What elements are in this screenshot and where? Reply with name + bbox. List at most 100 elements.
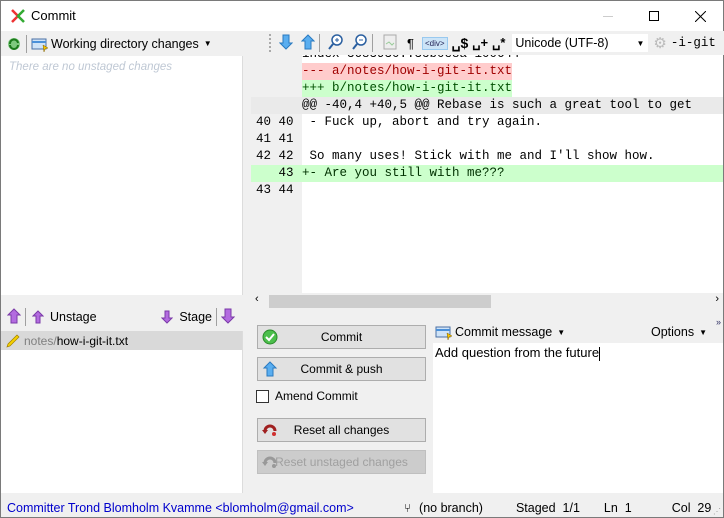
pilcrow-icon: ¶ bbox=[407, 35, 414, 51]
scroll-left-icon[interactable]: ‹ bbox=[255, 293, 259, 305]
overflow-chevron-icon[interactable]: » bbox=[716, 317, 721, 327]
left-splitter[interactable] bbox=[1, 295, 243, 303]
ignore-whitespace-button[interactable] bbox=[383, 34, 397, 53]
diff-line-text: @@ -40,4 +40,5 @@ Rebase is such a great… bbox=[302, 98, 693, 112]
commit-message-text: Add question from the future bbox=[435, 345, 600, 360]
zoom-in-button[interactable] bbox=[328, 33, 344, 53]
stage-button[interactable]: Stage bbox=[161, 310, 212, 324]
toolbar-grip bbox=[269, 34, 271, 52]
scroll-right-icon[interactable]: › bbox=[715, 293, 719, 305]
toolbar-separator bbox=[216, 308, 217, 326]
diff-horizontal-scrollbar[interactable]: ‹ › bbox=[251, 293, 723, 310]
previous-change-button[interactable] bbox=[300, 33, 316, 53]
diff-line-text: --- a/notes/how-i-git-it.txt bbox=[302, 63, 513, 80]
zoom-out-button[interactable] bbox=[352, 33, 368, 53]
status-bar: Committer Trond Blomholm Kvamme <blomhol… bbox=[1, 497, 723, 518]
settings-button[interactable]: ⚙ bbox=[653, 34, 666, 52]
commit-button[interactable]: Commit bbox=[257, 325, 426, 349]
encoding-value: Unicode (UTF-8) bbox=[515, 36, 609, 50]
commit-message-header: Commit message ▼ Options ▼ » bbox=[433, 317, 724, 343]
amend-commit-checkbox[interactable]: Amend Commit bbox=[256, 389, 358, 403]
commit-message-dropdown[interactable]: Commit message ▼ bbox=[435, 324, 565, 340]
diff-view[interactable]: index 3683930..3cb0e8a 100644--- a/notes… bbox=[251, 55, 723, 293]
line-numbers: 43 44 bbox=[256, 183, 294, 197]
unstaged-pane: Working directory changes ▼ There are no… bbox=[1, 31, 243, 295]
toolbar-separator bbox=[25, 308, 26, 326]
unstage-label: Unstage bbox=[50, 310, 97, 324]
next-change-button[interactable] bbox=[278, 34, 294, 53]
commit-message-input[interactable]: Add question from the future bbox=[433, 343, 723, 493]
staged-file-row[interactable]: notes/how-i-git-it.txt bbox=[1, 331, 242, 350]
undo-icon bbox=[262, 456, 277, 468]
commit-actions-pane: Commit Commit & push Amend Commit Reset … bbox=[251, 317, 431, 493]
minimize-button[interactable] bbox=[585, 1, 631, 31]
title-bar: Commit bbox=[1, 1, 723, 31]
nonprinting-dollar-button[interactable]: ␣$ bbox=[452, 35, 469, 52]
reset-all-changes-button[interactable]: Reset all changes bbox=[257, 418, 426, 442]
workspace-icon bbox=[31, 38, 49, 52]
unstage-all-button[interactable] bbox=[6, 307, 22, 327]
nonprinting-star-button[interactable]: ␣* bbox=[492, 35, 505, 51]
diff-line-text: index 3683930..3cb0e8a 100644 bbox=[302, 55, 520, 63]
whitespace-dollar-icon: ␣$ bbox=[451, 34, 469, 51]
reset-all-changes-label: Reset all changes bbox=[293, 423, 390, 437]
column-number: Col 29 bbox=[671, 500, 712, 515]
checkbox-box[interactable] bbox=[256, 389, 269, 403]
working-directory-dropdown[interactable]: Working directory changes ▼ bbox=[31, 36, 212, 52]
diff-line-added: 43 +- Are you still with me??? bbox=[251, 165, 723, 182]
resize-grip-icon[interactable]: ⋰ bbox=[713, 507, 721, 516]
show-entire-file-button[interactable]: <div> bbox=[421, 36, 448, 50]
diff-line-added-header: +++ b/notes/how-i-git-it.txt bbox=[251, 80, 723, 97]
reset-unstaged-changes-label: Reset unstaged changes bbox=[275, 455, 408, 469]
line-numbers: 42 42 bbox=[256, 149, 294, 163]
refresh-button[interactable] bbox=[6, 36, 22, 52]
diff-line-hunk: @@ -40,4 +40,5 @@ Rebase is such a great… bbox=[251, 97, 723, 114]
chevron-down-icon: ▼ bbox=[557, 327, 566, 337]
check-circle-icon bbox=[262, 329, 278, 345]
refresh-icon bbox=[8, 37, 20, 50]
options-dropdown[interactable]: Options ▼ bbox=[651, 325, 707, 339]
options-label: Options bbox=[650, 325, 695, 339]
nonprinting-plus-button[interactable]: ␣+ bbox=[472, 35, 488, 51]
modified-pencil-icon bbox=[6, 334, 20, 348]
close-icon bbox=[694, 10, 706, 22]
stage-all-button[interactable] bbox=[220, 308, 236, 327]
whitespace-star-icon: ␣* bbox=[492, 35, 506, 50]
reset-unstaged-changes-button[interactable]: Reset unstaged changes bbox=[257, 450, 426, 474]
committer-link[interactable]: Committer Trond Blomholm Kvamme <blomhol… bbox=[7, 501, 354, 515]
chevron-down-icon: ▼ bbox=[636, 38, 645, 48]
scroll-thumb[interactable] bbox=[269, 295, 491, 308]
commit-and-push-button[interactable]: Commit & push bbox=[257, 357, 426, 381]
staged-count: Staged 1/1 bbox=[515, 500, 580, 515]
diff-line-removed-header: --- a/notes/how-i-git-it.txt bbox=[251, 63, 723, 80]
document-icon bbox=[383, 34, 397, 49]
file-name: how-i-git-it.txt bbox=[56, 333, 129, 348]
stage-label: Stage bbox=[179, 310, 212, 324]
commit-message-label: Commit message bbox=[455, 325, 553, 339]
git-extensions-logo-icon bbox=[10, 8, 26, 24]
overflow-text: -i-git bbox=[670, 36, 716, 50]
commit-label: Commit bbox=[320, 330, 363, 344]
zoom-out-icon bbox=[352, 33, 367, 50]
whitespace-plus-icon: ␣+ bbox=[472, 35, 489, 50]
chevron-down-icon: ▼ bbox=[699, 327, 707, 337]
diff-line-context: 43 44 bbox=[251, 182, 723, 199]
commit-window: Commit Working directory changes ▼ There… bbox=[0, 0, 724, 518]
window-title: Commit bbox=[31, 8, 76, 23]
close-button[interactable] bbox=[677, 1, 723, 31]
file-dir: notes/ bbox=[24, 333, 57, 348]
workspace-icon bbox=[435, 326, 453, 340]
line-number: Ln 1 bbox=[603, 500, 632, 515]
diff-toolbar: ¶ <div> ␣$ ␣+ ␣* Unicode (UTF-8) ▼ ⚙ -i-… bbox=[251, 31, 724, 55]
diff-line-context: 40 40 - Fuck up, abort and try again. bbox=[251, 114, 723, 131]
amend-commit-label: Amend Commit bbox=[275, 389, 358, 403]
div-tag-icon: <div> bbox=[424, 38, 445, 48]
show-whitespace-button[interactable]: ¶ bbox=[407, 36, 414, 51]
chevron-down-icon: ▼ bbox=[203, 39, 212, 48]
arrow-down-icon bbox=[278, 34, 294, 50]
maximize-button[interactable] bbox=[631, 1, 677, 31]
encoding-select[interactable]: Unicode (UTF-8) ▼ bbox=[511, 33, 650, 53]
line-numbers: 41 41 bbox=[256, 132, 294, 146]
toolbar-separator bbox=[319, 34, 320, 52]
unstage-button[interactable]: Unstage bbox=[32, 310, 97, 324]
